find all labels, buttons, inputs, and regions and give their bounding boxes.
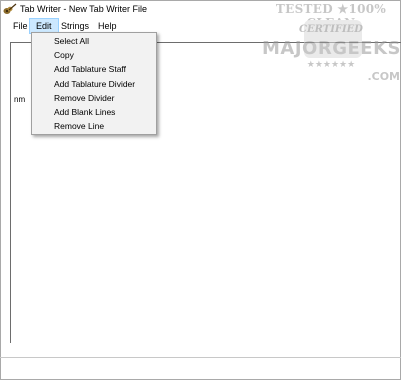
- watermark: TESTED ★100% CLEAN CERTIFIED MAJORGEEKS …: [262, 2, 400, 84]
- menu-item-add-blank-lines[interactable]: Add Blank Lines: [54, 105, 115, 119]
- edit-dropdown-menu: Select All Copy Add Tablature Staff Add …: [31, 32, 157, 135]
- menu-item-select-all[interactable]: Select All: [54, 34, 89, 48]
- window-title: Tab Writer - New Tab Writer File: [20, 4, 148, 14]
- menu-strings[interactable]: Strings: [55, 19, 95, 33]
- menu-item-remove-line[interactable]: Remove Line: [54, 119, 104, 133]
- menu-item-add-tablature-divider[interactable]: Add Tablature Divider: [54, 77, 135, 91]
- watermark-line-brand: MAJORGEEKS: [262, 38, 401, 59]
- menu-item-add-tablature-staff[interactable]: Add Tablature Staff: [54, 62, 126, 76]
- guitar-icon: [3, 3, 17, 14]
- watermark-line-certified: CERTIFIED: [299, 24, 363, 35]
- menu-help[interactable]: Help: [92, 19, 123, 33]
- editor-text: nm: [14, 95, 26, 104]
- watermark-stars: ★★★★★★: [306, 60, 356, 70]
- menu-item-remove-divider[interactable]: Remove Divider: [54, 91, 114, 105]
- status-divider: [0, 357, 401, 358]
- watermark-line-domain: .COM: [367, 70, 400, 83]
- menu-item-copy[interactable]: Copy: [54, 48, 74, 62]
